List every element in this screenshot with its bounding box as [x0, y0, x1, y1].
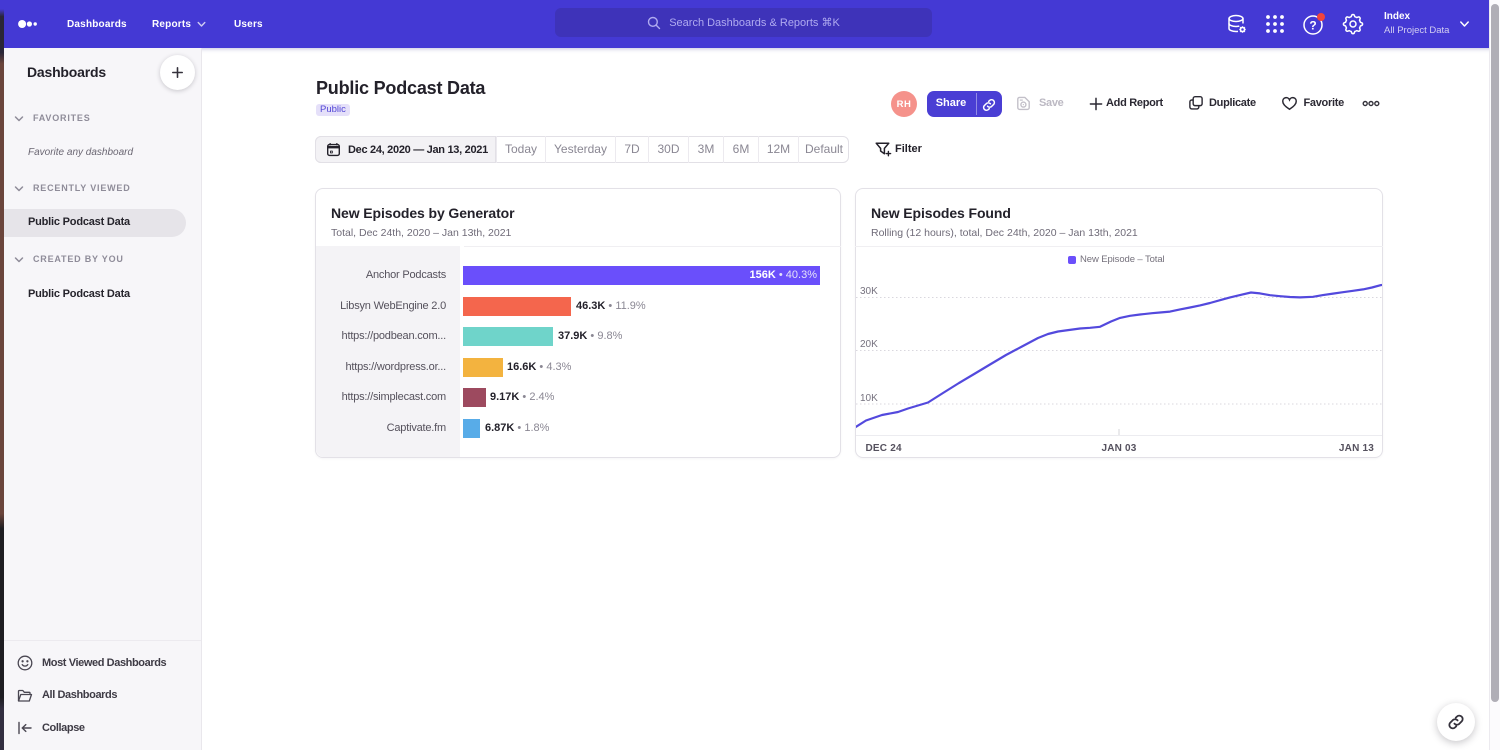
svg-text:10K: 10K [860, 393, 878, 404]
svg-text:JAN 13: JAN 13 [1339, 443, 1374, 454]
svg-text:JAN 03: JAN 03 [1101, 443, 1136, 454]
svg-text:20K: 20K [860, 339, 878, 350]
svg-text:?: ? [1309, 19, 1316, 33]
svg-text:DEC 24: DEC 24 [866, 443, 902, 454]
svg-text:30K: 30K [860, 286, 878, 297]
